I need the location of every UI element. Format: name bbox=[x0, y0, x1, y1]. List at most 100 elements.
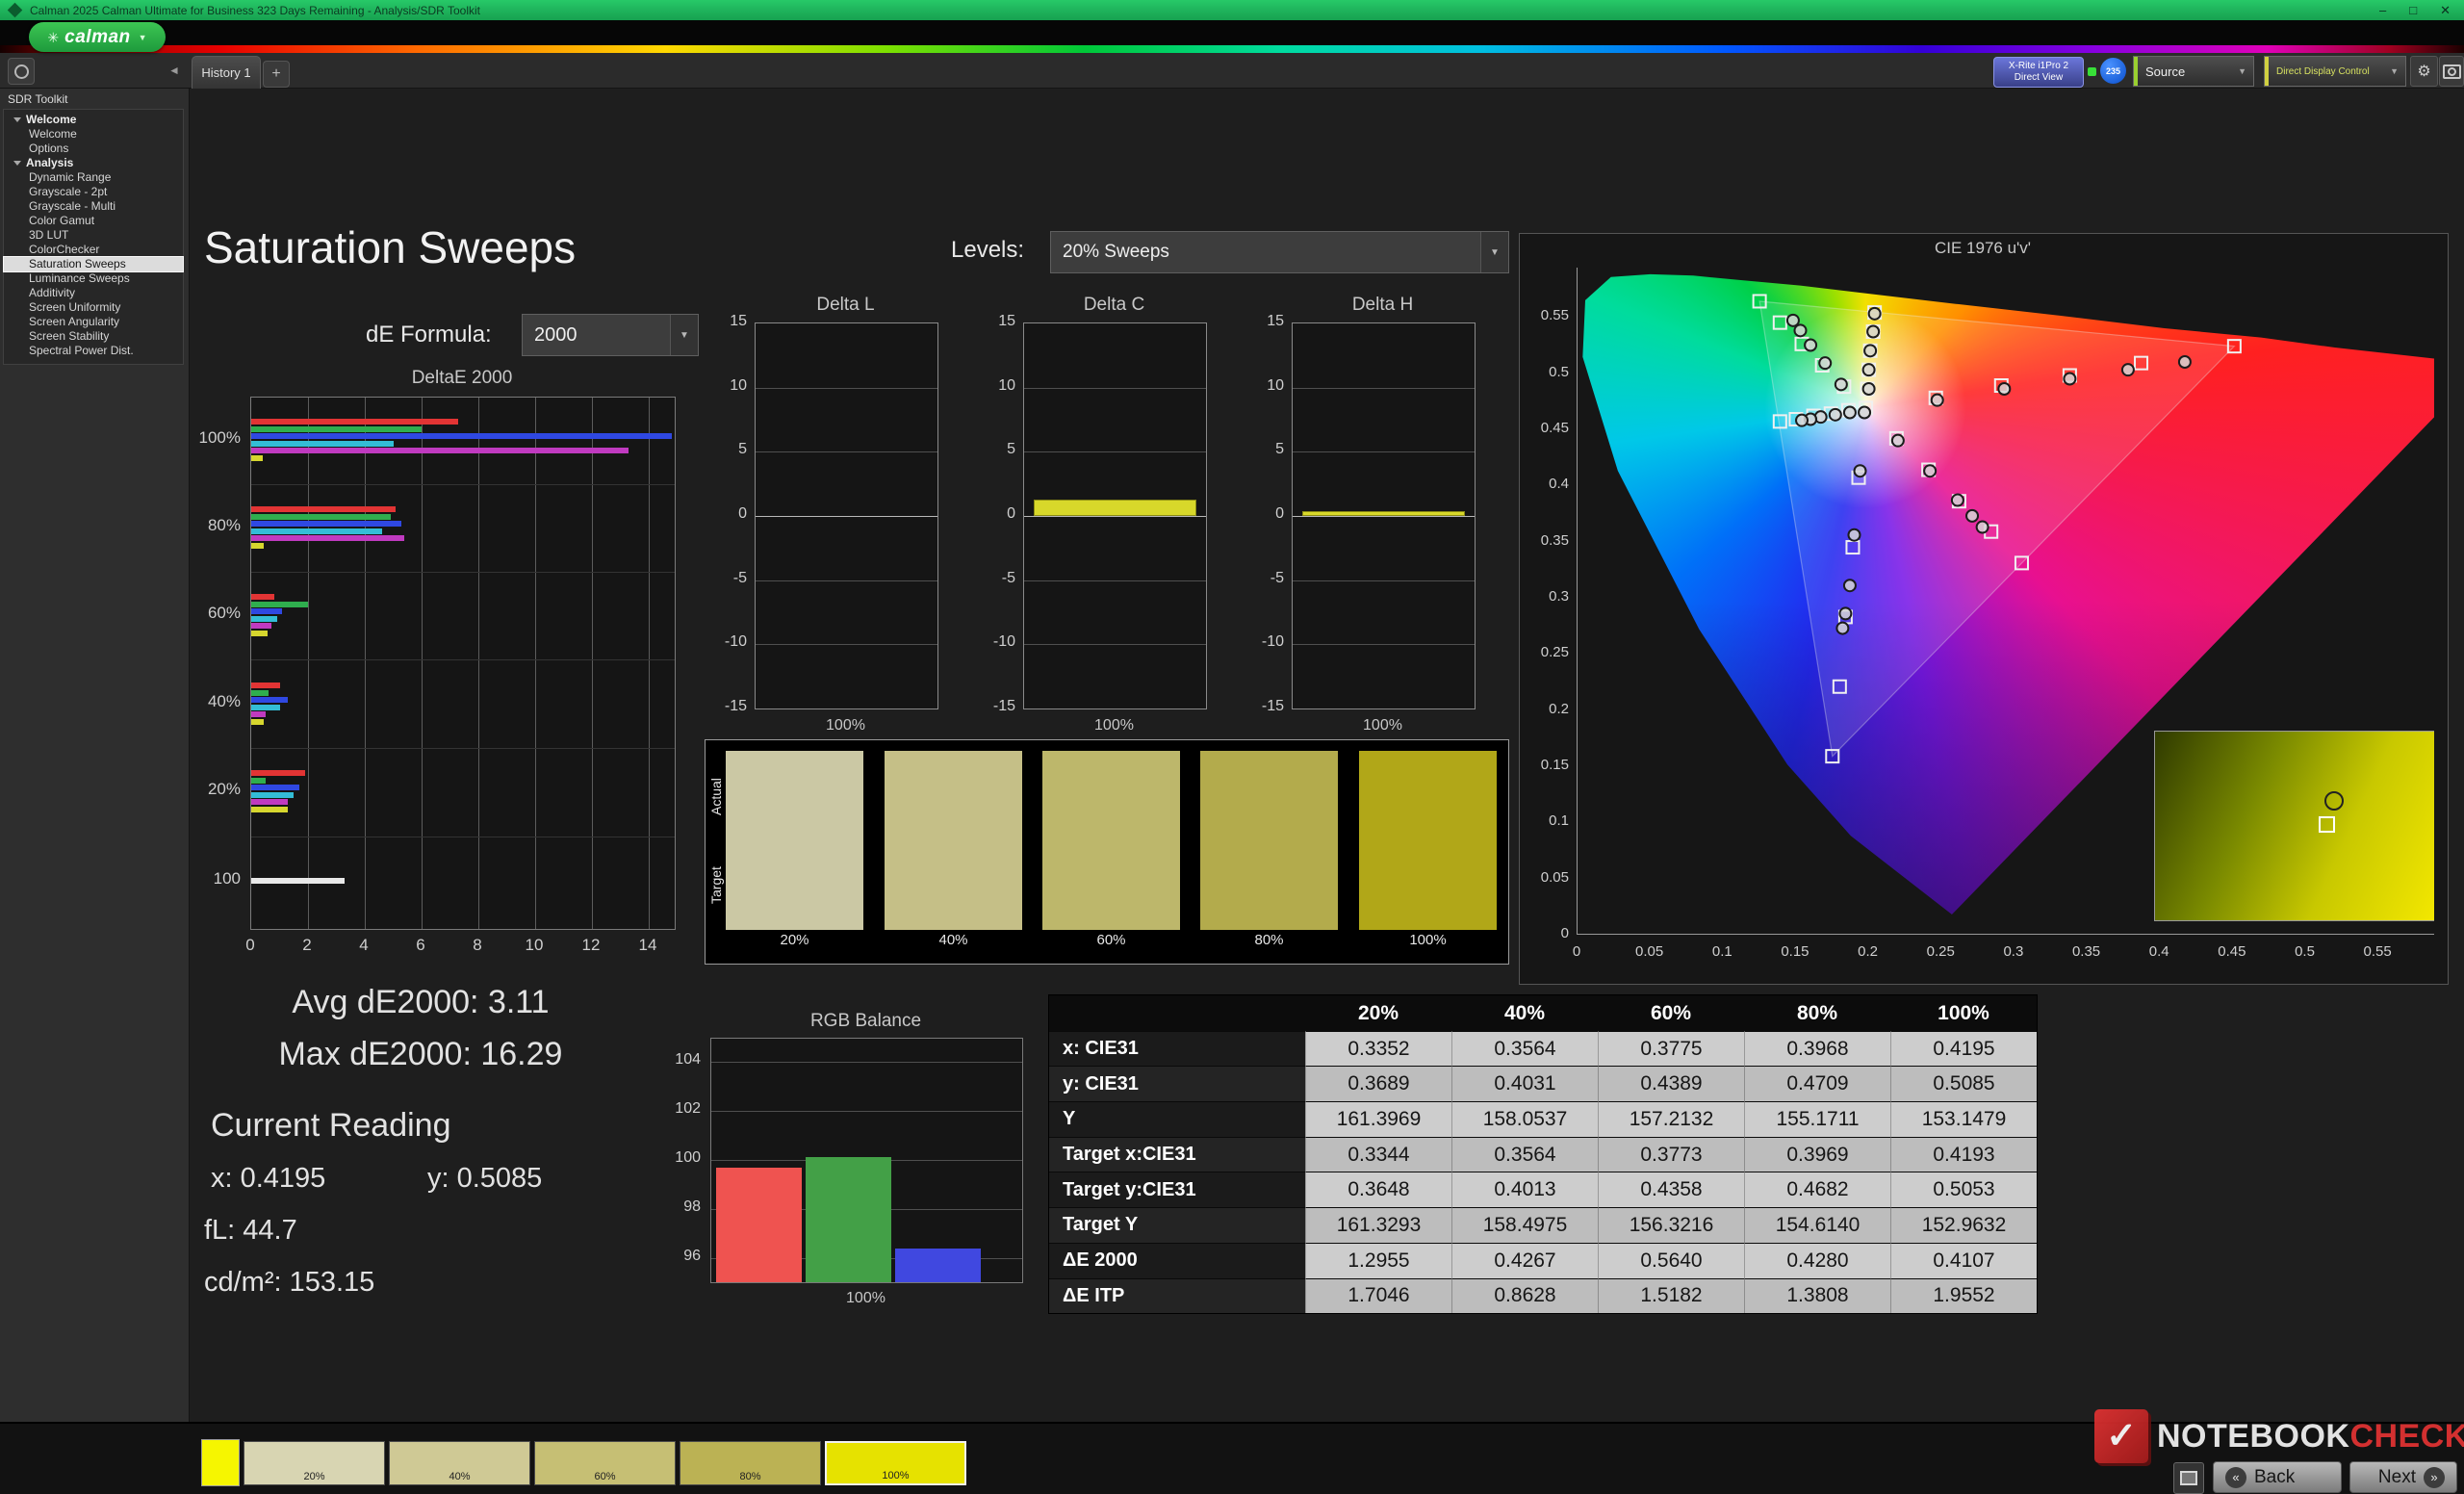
axis-tick-label: 12 bbox=[572, 936, 610, 955]
sidebar-collapse-button[interactable]: ◄ bbox=[164, 60, 185, 81]
table-row-label: Target y:CIE31 bbox=[1049, 1172, 1305, 1207]
thumbnail-label: 100% bbox=[827, 1470, 964, 1481]
de-bar-yellow bbox=[251, 807, 288, 812]
gridline bbox=[711, 1062, 1022, 1063]
gridline bbox=[1024, 388, 1206, 389]
delta-c-xlabel: 100% bbox=[1023, 717, 1205, 734]
tree-item-label: Color Gamut bbox=[29, 214, 94, 228]
meter-button[interactable]: X-Rite i1Pro 2 Direct View bbox=[1993, 57, 2084, 88]
sidebar-item-welcome[interactable]: Welcome bbox=[4, 113, 183, 127]
gridline bbox=[1293, 388, 1475, 389]
back-button[interactable]: « Back bbox=[2213, 1461, 2342, 1493]
axis-tick-label: -15 bbox=[1232, 698, 1284, 715]
settings-button[interactable]: ⚙ bbox=[2410, 56, 2438, 87]
axis-tick-label: -15 bbox=[695, 698, 747, 715]
de-bar-red bbox=[251, 770, 305, 776]
close-button[interactable]: ✕ bbox=[2440, 3, 2451, 18]
axis-tick-label: 0.25 bbox=[1916, 943, 1964, 960]
gridline bbox=[1024, 580, 1206, 581]
axis-tick-label: 15 bbox=[1232, 313, 1284, 330]
de-formula-select[interactable]: 2000 ▼ bbox=[522, 314, 699, 356]
tree-item-label: Analysis bbox=[26, 156, 73, 170]
axis-tick-label: -5 bbox=[963, 570, 1015, 587]
display-control-select[interactable]: Direct Display Control ▼ bbox=[2264, 56, 2406, 87]
page-title: Saturation Sweeps bbox=[204, 221, 576, 273]
gear-icon: ⚙ bbox=[2417, 62, 2430, 81]
sidebar-item-welcome[interactable]: Welcome bbox=[4, 127, 183, 142]
axis-tick-label: 0.5 bbox=[1511, 364, 1569, 380]
axis-tick-label: 14 bbox=[629, 936, 667, 955]
levels-select[interactable]: 20% Sweeps ▼ bbox=[1050, 231, 1509, 273]
gridline bbox=[1024, 451, 1206, 452]
cie-measured-marker-red bbox=[2064, 374, 2075, 385]
de-bar-magenta bbox=[251, 711, 266, 717]
meter-count-badge: 235 bbox=[2100, 58, 2126, 84]
de-bar-blue bbox=[251, 521, 401, 527]
layout-button[interactable] bbox=[2173, 1462, 2204, 1494]
calman-menu-button[interactable]: ✳ calman ▼ bbox=[29, 22, 166, 52]
sidebar-item-grayscale-multi[interactable]: Grayscale - Multi bbox=[4, 199, 183, 214]
sidebar-item-saturation-sweeps[interactable]: Saturation Sweeps bbox=[4, 257, 183, 271]
gridline bbox=[251, 748, 675, 749]
sidebar-item-spectral-power-dist[interactable]: Spectral Power Dist. bbox=[4, 344, 183, 358]
sidebar-item-3d-lut[interactable]: 3D LUT bbox=[4, 228, 183, 243]
next-button[interactable]: Next » bbox=[2349, 1461, 2457, 1493]
history-thumbnail-100%[interactable]: 100% bbox=[825, 1441, 966, 1485]
gridline bbox=[251, 484, 675, 485]
patch-swatch-20% bbox=[726, 751, 863, 930]
maximize-button[interactable]: □ bbox=[2409, 3, 2417, 17]
table-cell: 0.3969 bbox=[1744, 1137, 1890, 1172]
axis-tick-label: -5 bbox=[1232, 570, 1284, 587]
axis-tick-label: -10 bbox=[695, 633, 747, 651]
patch-label: 40% bbox=[885, 932, 1022, 948]
sidebar-item-dynamic-range[interactable]: Dynamic Range bbox=[4, 170, 183, 185]
sidebar-item-luminance-sweeps[interactable]: Luminance Sweeps bbox=[4, 271, 183, 286]
axis-tick-label: 2 bbox=[288, 936, 326, 955]
gridline bbox=[1024, 516, 1206, 517]
window-controls: – □ ✕ bbox=[2379, 0, 2451, 20]
axis-tick-label: 0 bbox=[963, 505, 1015, 523]
thumbnail-label: 20% bbox=[244, 1471, 384, 1482]
sidebar-item-screen-uniformity[interactable]: Screen Uniformity bbox=[4, 300, 183, 315]
de-formula-value: 2000 bbox=[523, 324, 578, 347]
gridline bbox=[365, 398, 366, 929]
history-thumbnail-60%[interactable]: 60% bbox=[534, 1441, 676, 1485]
axis-tick-label: 0.2 bbox=[1511, 701, 1569, 717]
sidebar-item-options[interactable]: Options bbox=[4, 142, 183, 156]
axis-tick-label: 8 bbox=[458, 936, 497, 955]
history-thumbnail-40%[interactable]: 40% bbox=[389, 1441, 530, 1485]
sidebar-item-color-gamut[interactable]: Color Gamut bbox=[4, 214, 183, 228]
axis-tick-label: 0.3 bbox=[1511, 588, 1569, 605]
current-x-value: x: 0.4195 bbox=[211, 1163, 325, 1195]
source-select[interactable]: Source ▼ bbox=[2133, 56, 2254, 87]
add-tab-button[interactable]: + bbox=[263, 61, 290, 88]
axis-tick-label: 0.45 bbox=[2208, 943, 2256, 960]
axis-tick-label: 10 bbox=[963, 377, 1015, 395]
tab-history-1[interactable]: History 1 bbox=[192, 56, 261, 89]
history-thumbnail-80%[interactable]: 80% bbox=[680, 1441, 821, 1485]
tree-expander-icon bbox=[13, 117, 21, 122]
table-row-label: x: CIE31 bbox=[1049, 1031, 1305, 1067]
current-y-value: y: 0.5085 bbox=[427, 1163, 542, 1195]
de-bar-blue bbox=[251, 697, 288, 703]
minimize-button[interactable]: – bbox=[2379, 3, 2386, 17]
axis-tick-label: -10 bbox=[963, 633, 1015, 651]
tree-item-label: Luminance Sweeps bbox=[29, 271, 130, 286]
sidebar-item-grayscale-2pt[interactable]: Grayscale - 2pt bbox=[4, 185, 183, 199]
axis-tick-label: 40% bbox=[166, 692, 241, 711]
history-thumbnail-20%[interactable]: 20% bbox=[244, 1441, 385, 1485]
sidebar-item-screen-stability[interactable]: Screen Stability bbox=[4, 329, 183, 344]
tree-item-label: Screen Uniformity bbox=[29, 300, 120, 315]
cie-measured-marker-blue bbox=[1844, 580, 1856, 591]
axis-tick-label: 20% bbox=[166, 780, 241, 799]
table-cell: 1.7046 bbox=[1305, 1278, 1451, 1314]
de-bar-green bbox=[251, 426, 422, 432]
delta-c-title: Delta C bbox=[1023, 295, 1205, 316]
panel-toggle-button[interactable] bbox=[8, 58, 35, 85]
screenshot-button[interactable] bbox=[2439, 56, 2464, 87]
sidebar-item-colorchecker[interactable]: ColorChecker bbox=[4, 243, 183, 257]
axis-tick-label: 60% bbox=[166, 604, 241, 623]
sidebar-item-analysis[interactable]: Analysis bbox=[4, 156, 183, 170]
sidebar-item-additivity[interactable]: Additivity bbox=[4, 286, 183, 300]
sidebar-item-screen-angularity[interactable]: Screen Angularity bbox=[4, 315, 183, 329]
